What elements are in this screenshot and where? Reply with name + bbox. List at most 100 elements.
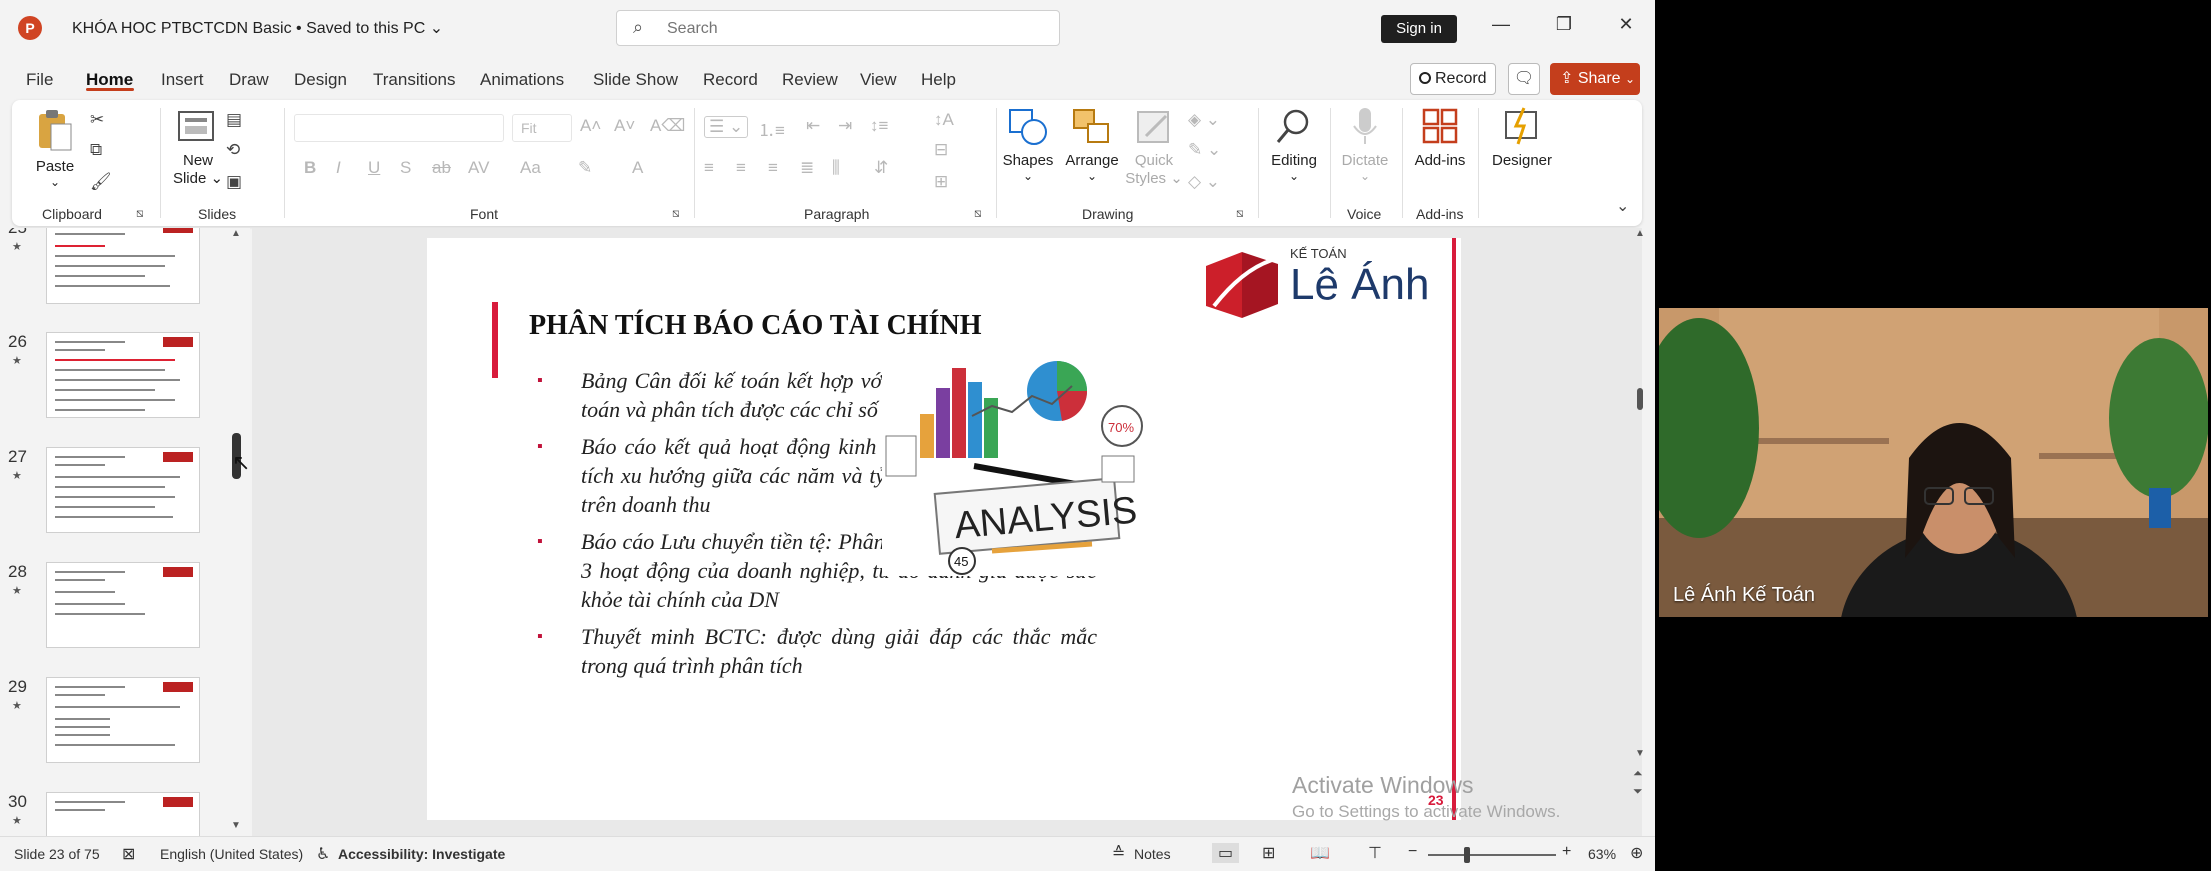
comments-button[interactable]: 🗨 bbox=[1508, 63, 1540, 95]
text-direction-icon[interactable]: ↕A bbox=[934, 110, 954, 130]
thumbnail-item[interactable]: 26 ★ bbox=[0, 332, 240, 432]
quick-styles-button[interactable]: Quick Styles ⌄ bbox=[1124, 106, 1184, 187]
record-button[interactable]: Record bbox=[1410, 63, 1496, 95]
slide-show-icon[interactable]: ⊤ bbox=[1368, 843, 1382, 863]
search-input[interactable] bbox=[667, 18, 1037, 40]
slide-thumbnail[interactable] bbox=[46, 447, 200, 533]
copy-icon[interactable]: ⧉ bbox=[90, 140, 102, 160]
designer-button[interactable]: Designer bbox=[1484, 106, 1560, 169]
tab-review[interactable]: Review bbox=[782, 70, 838, 90]
language-indicator[interactable]: English (United States) bbox=[160, 846, 303, 862]
cut-icon[interactable]: ✂ bbox=[90, 110, 104, 130]
tab-insert[interactable]: Insert bbox=[161, 70, 204, 90]
slide-thumbnail[interactable] bbox=[46, 228, 200, 304]
restore-icon[interactable]: ❐ bbox=[1549, 14, 1579, 35]
tab-animations[interactable]: Animations bbox=[480, 70, 564, 90]
tab-slide-show[interactable]: Slide Show bbox=[593, 70, 678, 90]
layout-icon[interactable]: ▤ bbox=[226, 110, 242, 130]
slide-thumbnail[interactable] bbox=[46, 677, 200, 763]
format-painter-icon[interactable]: 🖌 bbox=[90, 172, 112, 192]
spelling-check-icon[interactable]: ⊠ bbox=[122, 844, 135, 864]
columns-icon[interactable]: ⫼ bbox=[832, 158, 840, 178]
increase-indent-icon[interactable]: ⇥ bbox=[838, 116, 852, 136]
tab-view[interactable]: View bbox=[860, 70, 897, 90]
align-text-icon[interactable]: ⊟ bbox=[934, 140, 948, 160]
previous-slide-icon[interactable]: ⏶ bbox=[1633, 766, 1643, 781]
clear-formatting-icon[interactable]: A⌫ bbox=[650, 116, 685, 136]
shadow-icon[interactable]: S bbox=[400, 158, 411, 178]
slide-thumbnail[interactable] bbox=[46, 562, 200, 648]
thumbnail-item[interactable]: 29 ★ bbox=[0, 677, 240, 777]
thumbnails-scrollbar[interactable]: ▲ ▼ bbox=[230, 228, 244, 836]
dialog-launcher-icon[interactable]: ⧅ bbox=[672, 206, 680, 221]
scroll-up-icon[interactable]: ▲ bbox=[231, 228, 241, 239]
zoom-slider[interactable] bbox=[1428, 854, 1556, 856]
bullets-icon[interactable]: ☰ ⌄ bbox=[704, 116, 749, 138]
strikethrough-icon[interactable]: ab bbox=[432, 158, 451, 178]
thumbnail-item[interactable]: 28 ★ bbox=[0, 562, 240, 662]
arrange-button[interactable]: Arrange ⌄ bbox=[1060, 106, 1124, 183]
underline-icon[interactable]: U bbox=[368, 158, 380, 178]
normal-view-icon[interactable]: ▭ bbox=[1212, 843, 1240, 863]
fit-to-window-icon[interactable]: ⊕ bbox=[1630, 843, 1643, 863]
decrease-font-icon[interactable]: A˅ bbox=[614, 116, 635, 136]
paste-button[interactable]: Paste ⌄ bbox=[30, 108, 80, 189]
sign-in-button[interactable]: Sign in bbox=[1381, 15, 1457, 43]
highlight-icon[interactable]: ✎ bbox=[578, 158, 592, 178]
shape-outline-icon[interactable]: ✎ ⌄ bbox=[1188, 140, 1221, 160]
tab-help[interactable]: Help bbox=[921, 70, 956, 90]
font-name-box[interactable] bbox=[294, 114, 504, 142]
document-title[interactable]: KHÓA HOC PTBCTCDN Basic • Saved to this … bbox=[72, 18, 443, 38]
zoom-slider-thumb[interactable] bbox=[1464, 847, 1470, 863]
align-center-icon[interactable]: ≡ bbox=[736, 158, 746, 178]
thumbnail-item[interactable]: 25 ★ bbox=[0, 228, 240, 318]
tab-design[interactable]: Design bbox=[294, 70, 347, 90]
text-direction-icon[interactable]: ⇵ bbox=[874, 158, 888, 178]
bold-icon[interactable]: B bbox=[304, 158, 316, 178]
next-slide-icon[interactable]: ⏷ bbox=[1633, 784, 1643, 799]
current-slide[interactable]: KẾ TOÁN Lê Ánh PHÂN TÍCH BÁO CÁO TÀI CHÍ… bbox=[427, 238, 1461, 820]
align-right-icon[interactable]: ≡ bbox=[768, 158, 778, 178]
dialog-launcher-icon[interactable]: ⧅ bbox=[1236, 206, 1244, 221]
zoom-out-icon[interactable]: − bbox=[1408, 843, 1417, 861]
smartart-icon[interactable]: ⊞ bbox=[934, 172, 948, 192]
zoom-in-icon[interactable]: + bbox=[1562, 843, 1571, 861]
shape-effects-icon[interactable]: ◇ ⌄ bbox=[1188, 172, 1220, 192]
increase-font-icon[interactable]: A˄ bbox=[580, 116, 601, 136]
scroll-down-icon[interactable]: ▼ bbox=[1635, 748, 1645, 759]
close-icon[interactable]: ✕ bbox=[1611, 14, 1641, 35]
scroll-up-icon[interactable]: ▲ bbox=[1635, 228, 1645, 239]
shapes-button[interactable]: Shapes ⌄ bbox=[998, 106, 1058, 183]
slide-sorter-icon[interactable]: ⊞ bbox=[1262, 843, 1275, 863]
tab-record[interactable]: Record bbox=[703, 70, 758, 90]
slide-thumbnail[interactable] bbox=[46, 332, 200, 418]
character-spacing-icon[interactable]: AV bbox=[468, 158, 489, 178]
line-spacing-icon[interactable]: ↕≡ bbox=[870, 116, 888, 136]
italic-icon[interactable]: I bbox=[336, 158, 341, 178]
share-button[interactable]: ⇪ Share ⌄ bbox=[1550, 63, 1640, 95]
editing-button[interactable]: Editing ⌄ bbox=[1262, 106, 1326, 183]
reset-icon[interactable]: ⟲ bbox=[226, 140, 240, 160]
thumbnail-item[interactable]: 27 ★ bbox=[0, 447, 240, 547]
accessibility-status[interactable]: Accessibility: Investigate bbox=[338, 846, 505, 862]
font-size-box[interactable]: Fit bbox=[512, 114, 572, 142]
decrease-indent-icon[interactable]: ⇤ bbox=[806, 116, 820, 136]
reading-view-icon[interactable]: 📖 bbox=[1310, 843, 1330, 863]
minimize-icon[interactable]: — bbox=[1486, 14, 1516, 35]
dialog-launcher-icon[interactable]: ⧅ bbox=[136, 206, 144, 221]
notes-button[interactable]: Notes bbox=[1134, 846, 1171, 862]
justify-icon[interactable]: ≣ bbox=[800, 158, 814, 178]
align-left-icon[interactable]: ≡ bbox=[704, 158, 714, 178]
slide-thumbnail[interactable] bbox=[46, 792, 200, 836]
collapse-ribbon-icon[interactable]: ⌄ bbox=[1616, 196, 1629, 216]
change-case-icon[interactable]: Aa bbox=[520, 158, 541, 178]
search-box[interactable]: ⌕ bbox=[616, 10, 1060, 46]
scrollbar-thumb[interactable] bbox=[1637, 388, 1643, 410]
tab-transitions[interactable]: Transitions bbox=[373, 70, 456, 90]
dialog-launcher-icon[interactable]: ⧅ bbox=[974, 206, 982, 221]
font-color-icon[interactable]: A bbox=[632, 158, 643, 178]
shape-fill-icon[interactable]: ◈ ⌄ bbox=[1188, 110, 1220, 130]
dictate-button[interactable]: Dictate ⌄ bbox=[1334, 106, 1396, 183]
thumbnail-item[interactable]: 30 ★ bbox=[0, 792, 240, 836]
section-icon[interactable]: ▣ bbox=[226, 172, 242, 192]
